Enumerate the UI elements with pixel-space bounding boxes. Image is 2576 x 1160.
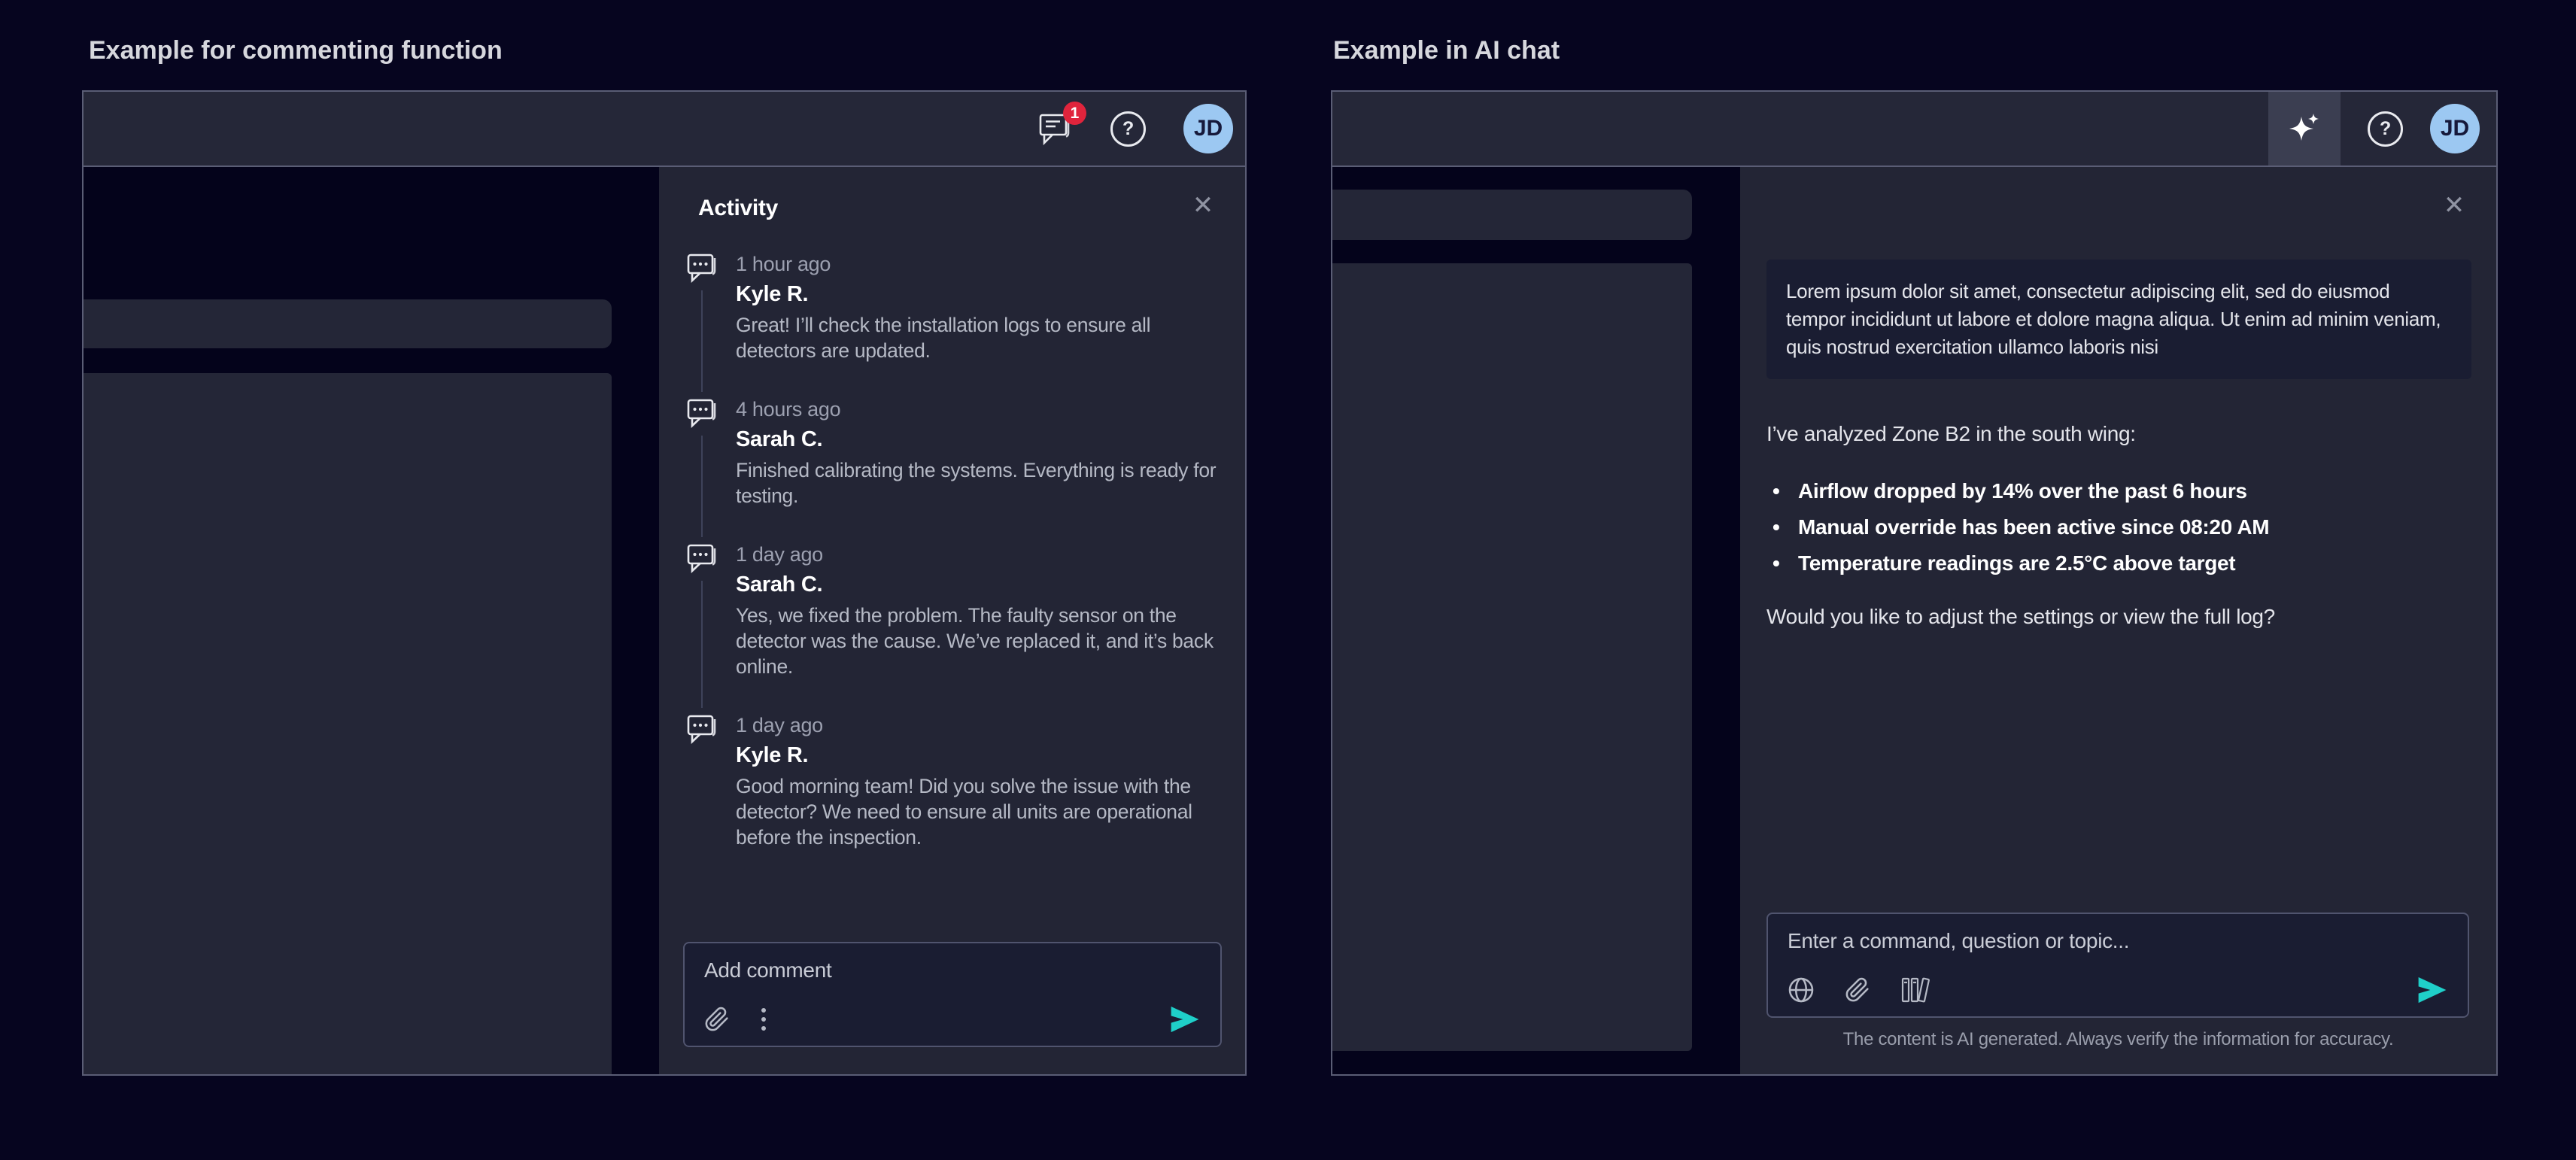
help-icon: ? <box>2368 111 2403 147</box>
content-placeholder-bar <box>84 299 612 348</box>
left-topbar: 1 ? JD <box>84 92 1245 167</box>
bullet-marker: • <box>1773 479 1798 503</box>
left-example-title: Example for commenting function <box>89 36 503 65</box>
content-placeholder-panel <box>84 373 612 1074</box>
ai-chat-panel: ✕ Lorem ipsum dolor sit amet, consectetu… <box>1740 167 2496 1074</box>
comment-item[interactable]: 1 day ago Kyle R. Good morning team! Did… <box>686 712 1220 850</box>
ai-bullet-text: Airflow dropped by 14% over the past 6 h… <box>1798 479 2247 503</box>
ai-bullet-text: Manual override has been active since 08… <box>1798 515 2269 539</box>
canvas: Example for commenting function Example … <box>0 0 2576 1160</box>
comment-author: Kyle R. <box>736 282 1220 307</box>
avatar[interactable]: JD <box>2430 104 2480 153</box>
comment-timestamp: 1 day ago <box>736 543 1220 566</box>
right-example-title: Example in AI chat <box>1333 36 1560 65</box>
timeline-connector <box>701 290 703 392</box>
comment-dots-icon <box>686 712 718 744</box>
ai-bullet-item: • Airflow dropped by 14% over the past 6… <box>1773 479 2466 503</box>
content-placeholder-panel <box>1332 263 1692 1051</box>
comment-item[interactable]: 1 day ago Sarah C. Yes, we fixed the pro… <box>686 542 1220 712</box>
comment-timestamp: 4 hours ago <box>736 398 1220 421</box>
ai-disclaimer: The content is AI generated. Always veri… <box>1740 1029 2496 1050</box>
comment-dots-icon <box>686 396 718 428</box>
close-icon[interactable]: ✕ <box>1192 193 1214 218</box>
web-globe-icon[interactable] <box>1788 976 1815 1004</box>
ai-response-bullets: • Airflow dropped by 14% over the past 6… <box>1773 479 2466 575</box>
commenting-example-window: 1 ? JD Activity ✕ <box>82 90 1247 1076</box>
help-icon: ? <box>1110 111 1146 147</box>
ai-response-intro: I’ve analyzed Zone B2 in the south wing: <box>1766 421 2466 448</box>
ai-response: I’ve analyzed Zone B2 in the south wing:… <box>1766 421 2466 629</box>
help-button[interactable]: ? <box>1110 111 1146 147</box>
comment-item[interactable]: 4 hours ago Sarah C. Finished calibratin… <box>686 396 1220 542</box>
comment-timestamp: 1 day ago <box>736 714 1220 737</box>
comment-dots-icon <box>686 542 718 573</box>
add-comment-box <box>683 942 1222 1047</box>
comment-author: Sarah C. <box>736 572 1220 597</box>
timeline-connector <box>701 436 703 537</box>
comment-text: Good morning team! Did you solve the iss… <box>736 773 1220 850</box>
notification-badge: 1 <box>1063 102 1086 125</box>
activity-panel-title: Activity <box>698 196 778 221</box>
more-options-icon[interactable] <box>760 1006 767 1033</box>
sparkle-icon <box>2285 109 2324 148</box>
timeline-connector <box>701 581 703 708</box>
ai-bullet-item: • Temperature readings are 2.5°C above t… <box>1773 551 2466 575</box>
add-comment-input[interactable] <box>704 958 1201 982</box>
comments-button[interactable]: 1 <box>1038 112 1073 145</box>
ai-bullet-item: • Manual override has been active since … <box>1773 515 2466 539</box>
help-button[interactable]: ? <box>2368 111 2403 147</box>
activity-panel: Activity ✕ <box>659 167 1245 1074</box>
bullet-marker: • <box>1773 515 1798 539</box>
comment-text: Finished calibrating the systems. Everyt… <box>736 457 1220 542</box>
ai-assistant-button[interactable] <box>2268 92 2341 165</box>
send-icon[interactable] <box>2417 976 2448 1004</box>
right-topbar: ? JD <box>1332 92 2496 167</box>
content-placeholder-bar <box>1332 190 1692 240</box>
send-icon[interactable] <box>1169 1005 1201 1034</box>
comment-dots-icon <box>686 251 718 283</box>
comment-author: Kyle R. <box>736 743 1220 768</box>
comment-text: Yes, we fixed the problem. The faulty se… <box>736 603 1220 712</box>
comment-author: Sarah C. <box>736 427 1220 452</box>
ai-chat-example-window: ? JD ✕ Lorem ipsum dolor sit amet, conse… <box>1331 90 2498 1076</box>
chat-input[interactable] <box>1788 929 2448 953</box>
activity-comments-list: 1 hour ago Kyle R. Great! I’ll check the… <box>686 251 1220 850</box>
user-message-bubble: Lorem ipsum dolor sit amet, consectetur … <box>1766 260 2471 379</box>
ai-response-outro: Would you like to adjust the settings or… <box>1766 605 2466 629</box>
avatar[interactable]: JD <box>1183 104 1233 153</box>
ai-bullet-text: Temperature readings are 2.5°C above tar… <box>1798 551 2235 575</box>
comment-item[interactable]: 1 hour ago Kyle R. Great! I’ll check the… <box>686 251 1220 396</box>
attachment-icon[interactable] <box>704 1007 730 1032</box>
attachment-icon[interactable] <box>1845 977 1870 1003</box>
close-icon[interactable]: ✕ <box>2444 193 2465 218</box>
bullet-marker: • <box>1773 551 1798 575</box>
chat-input-box <box>1766 913 2469 1018</box>
comment-text: Great! I’ll check the installation logs … <box>736 312 1220 396</box>
comment-timestamp: 1 hour ago <box>736 253 1220 276</box>
library-books-icon[interactable] <box>1900 976 1930 1004</box>
